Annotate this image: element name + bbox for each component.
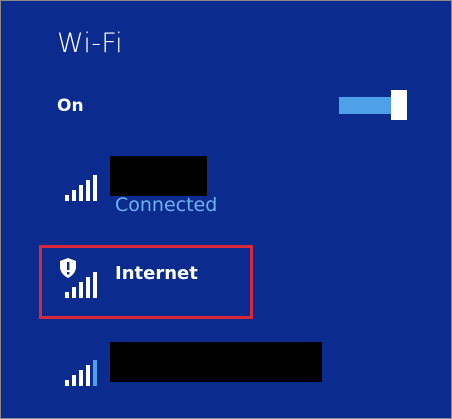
- network-item-connected[interactable]: [1, 151, 452, 226]
- network-item-internet[interactable]: [1, 256, 452, 306]
- network-name: Internet: [115, 263, 198, 284]
- wifi-toggle-label: On: [57, 96, 84, 116]
- redacted-network-name: [110, 156, 207, 196]
- wifi-signal-icon: [65, 356, 101, 386]
- wifi-panel: Wi-Fi On Connected Internet: [0, 0, 452, 419]
- wifi-toggle[interactable]: [339, 90, 407, 120]
- wifi-signal-icon: [65, 268, 101, 298]
- toggle-thumb[interactable]: [391, 90, 407, 120]
- network-item-redacted[interactable]: [1, 341, 452, 391]
- toggle-track: [339, 97, 391, 114]
- network-status: Connected: [115, 194, 218, 216]
- redacted-network-name: [110, 342, 322, 382]
- panel-title: Wi-Fi: [57, 28, 123, 59]
- wifi-signal-icon: [65, 171, 101, 201]
